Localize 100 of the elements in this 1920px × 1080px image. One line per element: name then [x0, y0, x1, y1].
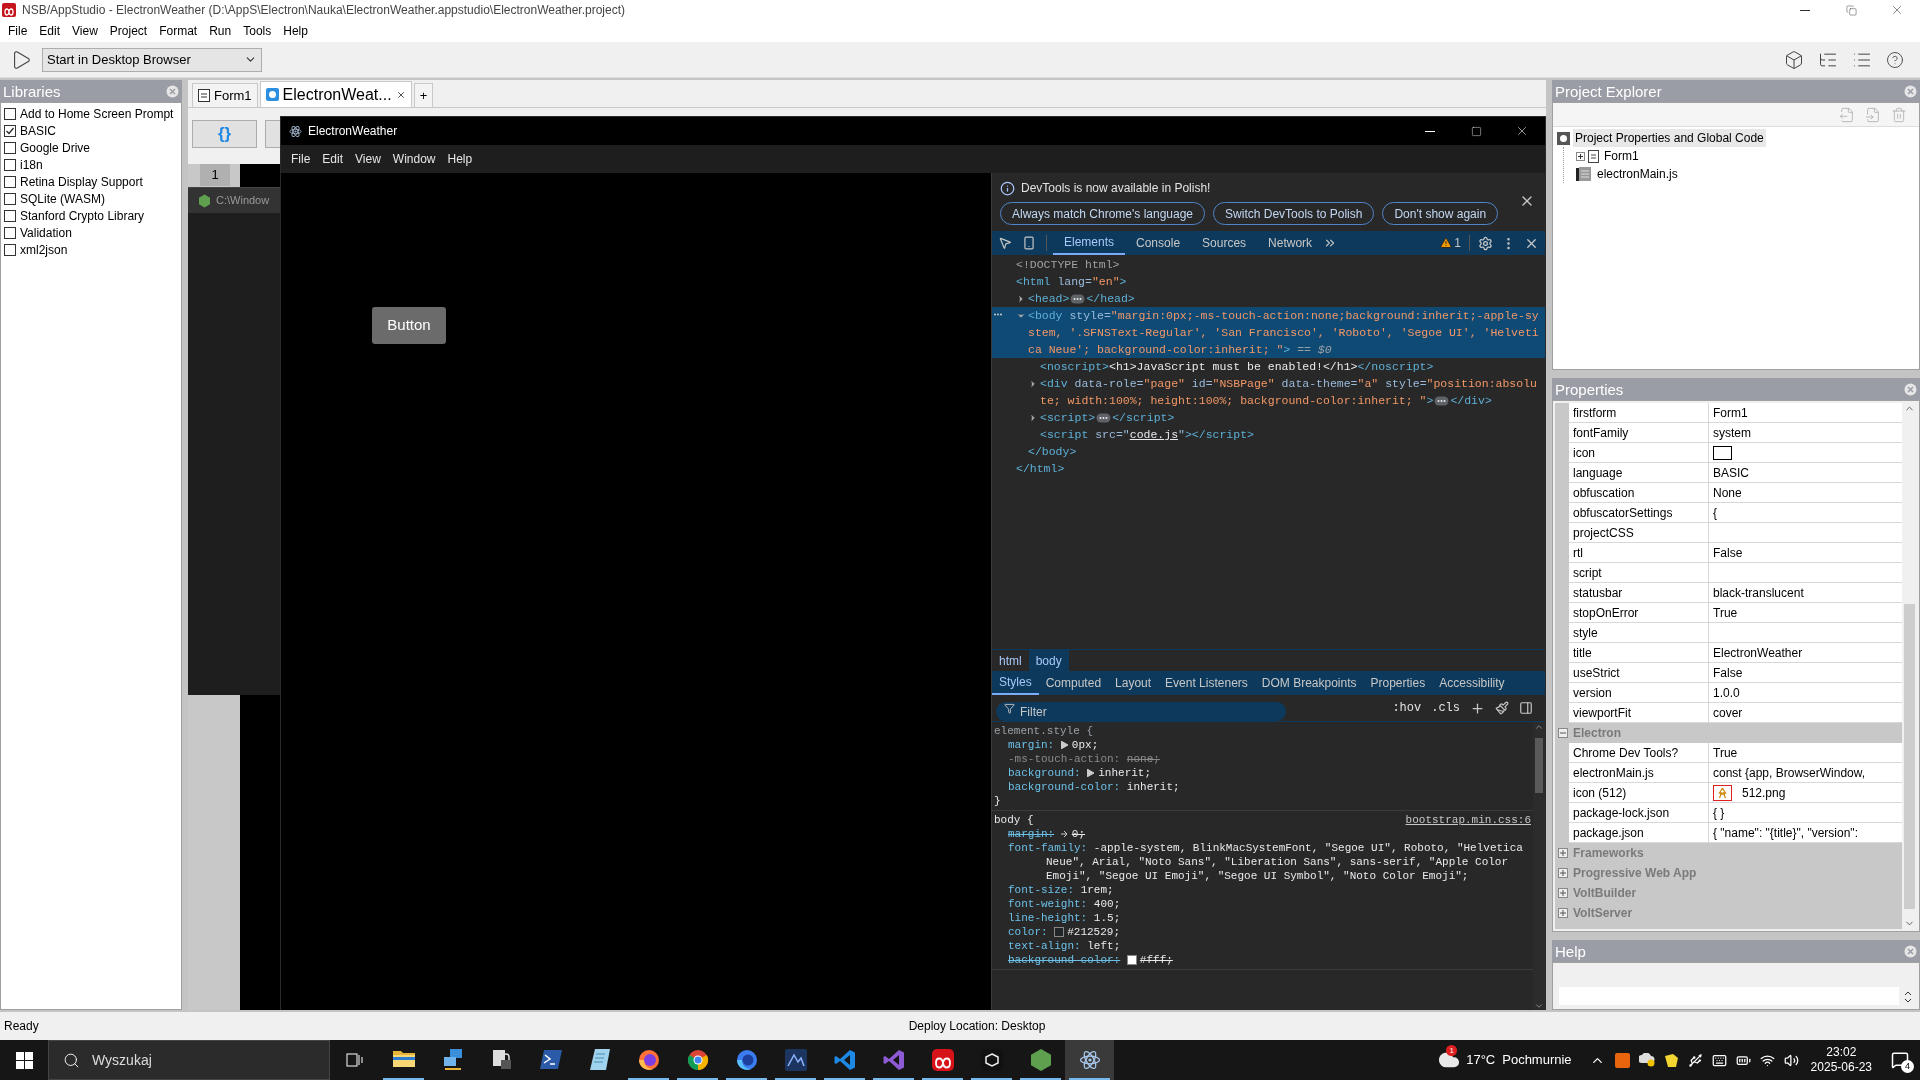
breadcrumb[interactable]: body: [1028, 650, 1069, 671]
tray-note-icon[interactable]: [1663, 1052, 1679, 1068]
spinner-icon[interactable]: [1903, 989, 1913, 1005]
checkbox[interactable]: [4, 141, 16, 154]
scroll-down-icon[interactable]: [1534, 1001, 1544, 1010]
ellipsis-icon[interactable]: [1096, 412, 1112, 423]
menu-item[interactable]: View: [349, 150, 387, 168]
expand-arrow-icon[interactable]: [1028, 379, 1038, 389]
pane-tab[interactable]: DOM Breakpoints: [1254, 671, 1364, 695]
library-label[interactable]: Validation: [20, 223, 72, 242]
page-button[interactable]: Button: [372, 307, 446, 344]
menu-item[interactable]: Edit: [316, 150, 350, 168]
help-icon[interactable]: [1886, 50, 1904, 69]
pane-tab[interactable]: Accessibility: [1432, 671, 1512, 695]
checkbox[interactable]: [4, 124, 16, 137]
menu-item[interactable]: Help: [277, 22, 314, 40]
ellipsis-icon[interactable]: [1070, 293, 1086, 304]
scroll-up-icon[interactable]: [1534, 722, 1544, 732]
ellipsis-icon[interactable]: [1434, 395, 1450, 406]
style-toggle[interactable]: :hov: [1392, 699, 1422, 717]
tree-item[interactable]: Project Properties and Global Code: [1573, 129, 1766, 147]
menu-item[interactable]: Tools: [237, 22, 278, 40]
menu-item[interactable]: File: [285, 150, 317, 168]
scrollbar-thumb[interactable]: [1904, 604, 1915, 909]
pane-tab[interactable]: Layout: [1108, 671, 1159, 695]
menu-item[interactable]: Project: [103, 22, 154, 40]
add-rule-icon[interactable]: [1470, 700, 1485, 716]
library-label[interactable]: i18n: [20, 155, 43, 174]
library-label[interactable]: Add to Home Screen Prompt: [20, 104, 174, 123]
search-field[interactable]: Wyszukaj: [48, 1040, 330, 1080]
color-swatch[interactable]: [1054, 927, 1065, 938]
expand-arrow-icon[interactable]: [1087, 769, 1095, 778]
device-toggle-icon[interactable]: [1022, 236, 1036, 250]
menu-item[interactable]: Window: [386, 150, 442, 168]
wifi-icon[interactable]: [1759, 1052, 1775, 1068]
expand-arrow-icon[interactable]: [1060, 741, 1068, 750]
expand-arrow-icon[interactable]: [1016, 294, 1026, 304]
library-label[interactable]: Retina Display Support: [20, 172, 143, 191]
scrollbar[interactable]: [1533, 722, 1545, 1010]
dom-node[interactable]: <script> </script>: [1040, 409, 1179, 426]
checkbox[interactable]: [4, 243, 16, 256]
menu-item[interactable]: Format: [153, 22, 204, 40]
tray-square-icon[interactable]: [1614, 1052, 1630, 1068]
filter-field[interactable]: Filter: [996, 702, 1286, 721]
menu-item[interactable]: Run: [203, 22, 238, 40]
pane-tab[interactable]: Styles: [992, 671, 1039, 695]
devtools-tab[interactable]: Elements: [1053, 231, 1126, 255]
sidebar-toggle-icon[interactable]: [1519, 701, 1533, 715]
tray-cloud-icon[interactable]: [1638, 1053, 1655, 1067]
collapse-arrow-icon[interactable]: [1016, 311, 1026, 321]
tree-item[interactable]: Form1: [1602, 147, 1641, 165]
inspect-icon[interactable]: [998, 236, 1012, 250]
checkbox[interactable]: [4, 209, 16, 222]
devtools-tab[interactable]: Console: [1125, 231, 1192, 255]
devtools-tab[interactable]: Network: [1257, 231, 1324, 255]
run-target-dropdown[interactable]: Start in Desktop Browser: [42, 47, 262, 72]
menu-item[interactable]: Edit: [33, 22, 67, 40]
keyboard-icon[interactable]: [1711, 1052, 1727, 1068]
expand-arrow-icon[interactable]: [1028, 413, 1038, 423]
pane-tab[interactable]: Properties: [1363, 671, 1433, 695]
paintbrush-icon[interactable]: [1495, 701, 1509, 715]
library-label[interactable]: SQLite (WASM): [20, 189, 105, 208]
settings-icon[interactable]: [1478, 235, 1493, 251]
menu-item[interactable]: View: [66, 22, 104, 40]
pane-tab[interactable]: Computed: [1038, 671, 1109, 695]
dom-node[interactable]: <head> </head>: [1028, 290, 1139, 307]
library-label[interactable]: xml2json: [20, 240, 68, 259]
dom-node[interactable]: <noscript><h1>JavaScript must be enabled!</h1></noscript>: [1040, 358, 1438, 375]
checkbox[interactable]: [4, 107, 16, 120]
library-label[interactable]: Google Drive: [20, 138, 91, 157]
taskbar-button[interactable]: [1065, 1040, 1114, 1080]
dom-node[interactable]: <!DOCTYPE html>: [1016, 256, 1124, 273]
usb-icon[interactable]: [1687, 1052, 1703, 1068]
breadcrumb[interactable]: html: [992, 650, 1029, 671]
pane-tab[interactable]: Event Listeners: [1158, 671, 1255, 695]
editor-tab[interactable]: Form1: [192, 83, 258, 107]
color-swatch[interactable]: [1126, 955, 1137, 966]
checkbox[interactable]: [4, 175, 16, 188]
library-label[interactable]: BASIC: [20, 121, 56, 140]
tree-item[interactable]: electronMain.js: [1595, 165, 1680, 183]
checkbox[interactable]: [4, 226, 16, 239]
source-link[interactable]: bootstrap.min.css:6: [1405, 813, 1531, 827]
editor-tab[interactable]: +: [413, 83, 434, 107]
devtools-tab[interactable]: Sources: [1191, 231, 1258, 255]
checkbox[interactable]: [4, 192, 16, 205]
menu-item[interactable]: File: [2, 22, 34, 40]
message-icon[interactable]: [1891, 1051, 1909, 1069]
volume-icon[interactable]: [1783, 1052, 1799, 1068]
dom-node[interactable]: <html lang="en">: [1016, 273, 1131, 290]
arrow-icon[interactable]: [1060, 830, 1068, 839]
dom-node[interactable]: <div data-role="page" id="NSBPage" data-theme="a" style="position:absolute; width:100%; height:100%; background-color:inherit; "> </div>: [1040, 375, 1545, 409]
cube-icon[interactable]: [1784, 49, 1804, 70]
library-label[interactable]: Stanford Crypto Library: [20, 206, 145, 225]
expander-icon[interactable]: [1576, 151, 1585, 161]
dom-node[interactable]: <script src="code.js"></script>: [1040, 426, 1258, 443]
scrollbar-thumb[interactable]: [1535, 738, 1543, 793]
style-toggle[interactable]: .cls: [1431, 699, 1460, 717]
editor-tab[interactable]: ElectronWeat...: [259, 81, 412, 107]
menu-item[interactable]: Help: [441, 150, 479, 168]
close-tab-icon[interactable]: [395, 89, 406, 100]
